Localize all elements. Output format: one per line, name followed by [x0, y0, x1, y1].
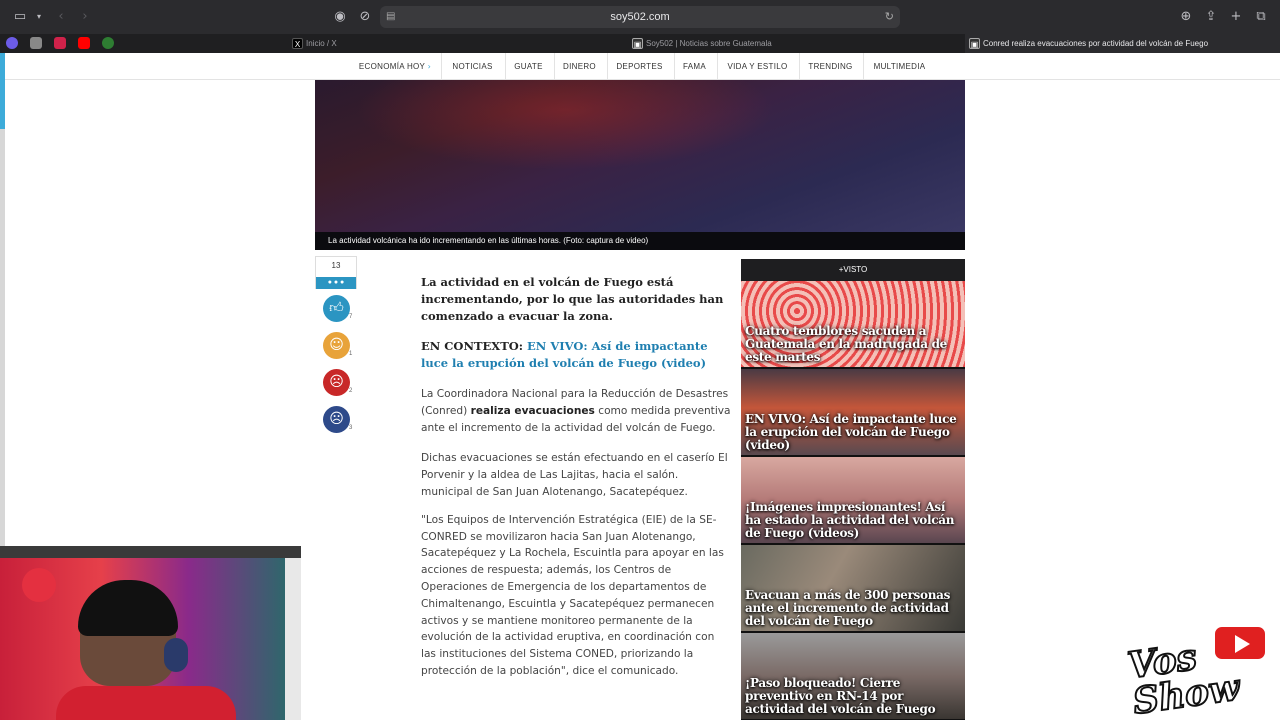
sidebar-card-5-title: ¡Paso bloqueado! Cierre preventivo en RN…: [745, 676, 936, 716]
reaction-total: 13: [331, 261, 341, 270]
nav-noticias[interactable]: NOTICIAS: [441, 53, 503, 80]
left-gray-bar: [0, 129, 5, 549]
laugh-count: 1: [349, 351, 353, 357]
angry-reaction-icon[interactable]: ☹: [323, 369, 350, 396]
angry-count: 2: [349, 388, 353, 394]
article-lead: La actividad en el volcán de Fuego está …: [421, 275, 724, 323]
like-count: 7: [349, 314, 353, 320]
webcam-headset: [164, 638, 188, 672]
soy502-icon: ▣: [632, 38, 643, 50]
pinned-tab-3-icon[interactable]: [54, 37, 66, 49]
sidebar-card-3[interactable]: ¡Imágenes impresionantes! Así ha estado …: [741, 457, 965, 543]
sad-count: 3: [349, 425, 353, 431]
tab-bar: X Inicio / X ▣ Soy502 | Noticias sobre Gua…: [0, 34, 1280, 53]
youtube-icon[interactable]: [78, 37, 90, 49]
sidebar-card-3-title: ¡Imágenes impresionantes! Así ha estado …: [745, 500, 955, 540]
sidebar-card-1-title: Cuatro temblores sacuden a Guatemala en …: [745, 324, 948, 364]
article-context: EN CONTEXTO: EN VIVO: Así de impactante …: [421, 339, 708, 370]
reaction-summary: 13 ● ● ●: [315, 256, 357, 289]
most-viewed-sidebar: +VISTO Cuatro temblores sacuden a Guatem…: [741, 259, 965, 720]
watermark-text: Vos Show: [1124, 635, 1243, 723]
webcam-shirt: [56, 686, 236, 720]
article-body: La actividad en el volcán de Fuego está …: [421, 274, 731, 680]
sidebar-card-4-title: Evacuan a más de 300 personas ante el in…: [745, 588, 951, 628]
address-bar[interactable]: ▤ soy502.com ↻: [380, 6, 900, 28]
sidebar-card-4[interactable]: Evacuan a más de 300 personas ante el in…: [741, 545, 965, 631]
sidebar-card-2[interactable]: EN VIVO: Así de impactante luce la erupc…: [741, 369, 965, 455]
privacy-report-icon[interactable]: ◉: [332, 9, 348, 25]
pinned-tab-2-icon[interactable]: [30, 37, 42, 49]
sidebar-toggle-icon[interactable]: ▭: [12, 9, 28, 25]
nav-dinero[interactable]: DINERO: [554, 53, 604, 80]
reaction-mini-icons: ● ● ●: [316, 277, 356, 289]
hero-image: La actividad volcánica ha ido incrementa…: [315, 80, 965, 250]
tab-conred-article[interactable]: ▣ Conred realiza evacuaciones por activid…: [965, 34, 1280, 53]
new-tab-icon[interactable]: +: [1228, 9, 1244, 25]
soy502-icon: ▣: [969, 38, 980, 50]
sad-reaction-icon[interactable]: ☹: [323, 406, 350, 433]
volcano-glow: [355, 80, 775, 170]
nav-economia-hoy[interactable]: ECONOMÍA HOY ›: [352, 53, 438, 80]
pinned-tab-1-icon[interactable]: [6, 37, 18, 49]
sidebar-card-2-title: EN VIVO: Así de impactante luce la erupc…: [745, 412, 957, 452]
tab-soy502-home[interactable]: ▣ Soy502 | Noticias sobre Guatemala: [628, 34, 892, 53]
article-paragraph-3: "Los Equipos de Intervención Estratégica…: [421, 513, 724, 677]
chevron-down-icon[interactable]: ▾: [31, 9, 47, 25]
tab-overview-icon[interactable]: ⧉: [1253, 9, 1269, 25]
share-icon[interactable]: ⇪: [1203, 9, 1219, 25]
sidebar-card-5[interactable]: ¡Paso bloqueado! Cierre preventivo en RN…: [741, 633, 965, 719]
article-paragraph-2: Dichas evacuaciones se están efectuando …: [421, 452, 728, 498]
like-reaction-icon[interactable]: 👍︎: [323, 295, 350, 322]
browser-toolbar: ▭ ▾ ‹ › ◉ ⊘ ▤ soy502.com ↻ ⊕ ⇪ + ⧉: [0, 0, 1280, 34]
nav-fama[interactable]: FAMA: [674, 53, 714, 80]
pinned-tab-5-icon[interactable]: [102, 37, 114, 49]
x-logo-icon: X: [292, 38, 303, 50]
chevron-right-icon: ›: [427, 62, 432, 71]
nav-deportes[interactable]: DEPORTES: [607, 53, 671, 80]
vos-show-watermark: Vos Show: [1124, 620, 1275, 723]
forward-arrow-icon[interactable]: ›: [77, 9, 93, 25]
nav-trending[interactable]: TRENDING: [799, 53, 861, 80]
download-icon[interactable]: ⊕: [1178, 9, 1194, 25]
nav-multimedia[interactable]: MULTIMEDIA: [863, 53, 935, 80]
streamer-webcam: [0, 546, 301, 720]
laugh-reaction-icon[interactable]: ☺: [323, 332, 350, 359]
nav-guate[interactable]: GUATE: [505, 53, 551, 80]
sidebar-card-1[interactable]: Cuatro temblores sacuden a Guatemala en …: [741, 281, 965, 367]
webcam-frame-edge: [285, 558, 301, 720]
left-accent-bar: [0, 53, 5, 129]
reload-icon[interactable]: ↻: [885, 6, 894, 28]
article-paragraph-1: La Coordinadora Nacional para la Reducci…: [421, 388, 731, 434]
webcam-lamp: [22, 568, 56, 602]
site-nav: ECONOMÍA HOY › NOTICIAS GUATE DINERO DEP…: [0, 53, 1280, 80]
page-menu-icon[interactable]: ▤: [386, 6, 395, 28]
most-viewed-heading: +VISTO: [741, 259, 965, 281]
back-arrow-icon[interactable]: ‹: [53, 9, 69, 25]
hero-caption: La actividad volcánica ha ido incrementa…: [315, 232, 965, 250]
extension-icon[interactable]: ⊘: [357, 9, 373, 25]
nav-vida-y-estilo[interactable]: VIDA Y ESTILO: [717, 53, 797, 80]
url-text: soy502.com: [610, 11, 670, 23]
tab-x[interactable]: X Inicio / X: [288, 34, 506, 53]
